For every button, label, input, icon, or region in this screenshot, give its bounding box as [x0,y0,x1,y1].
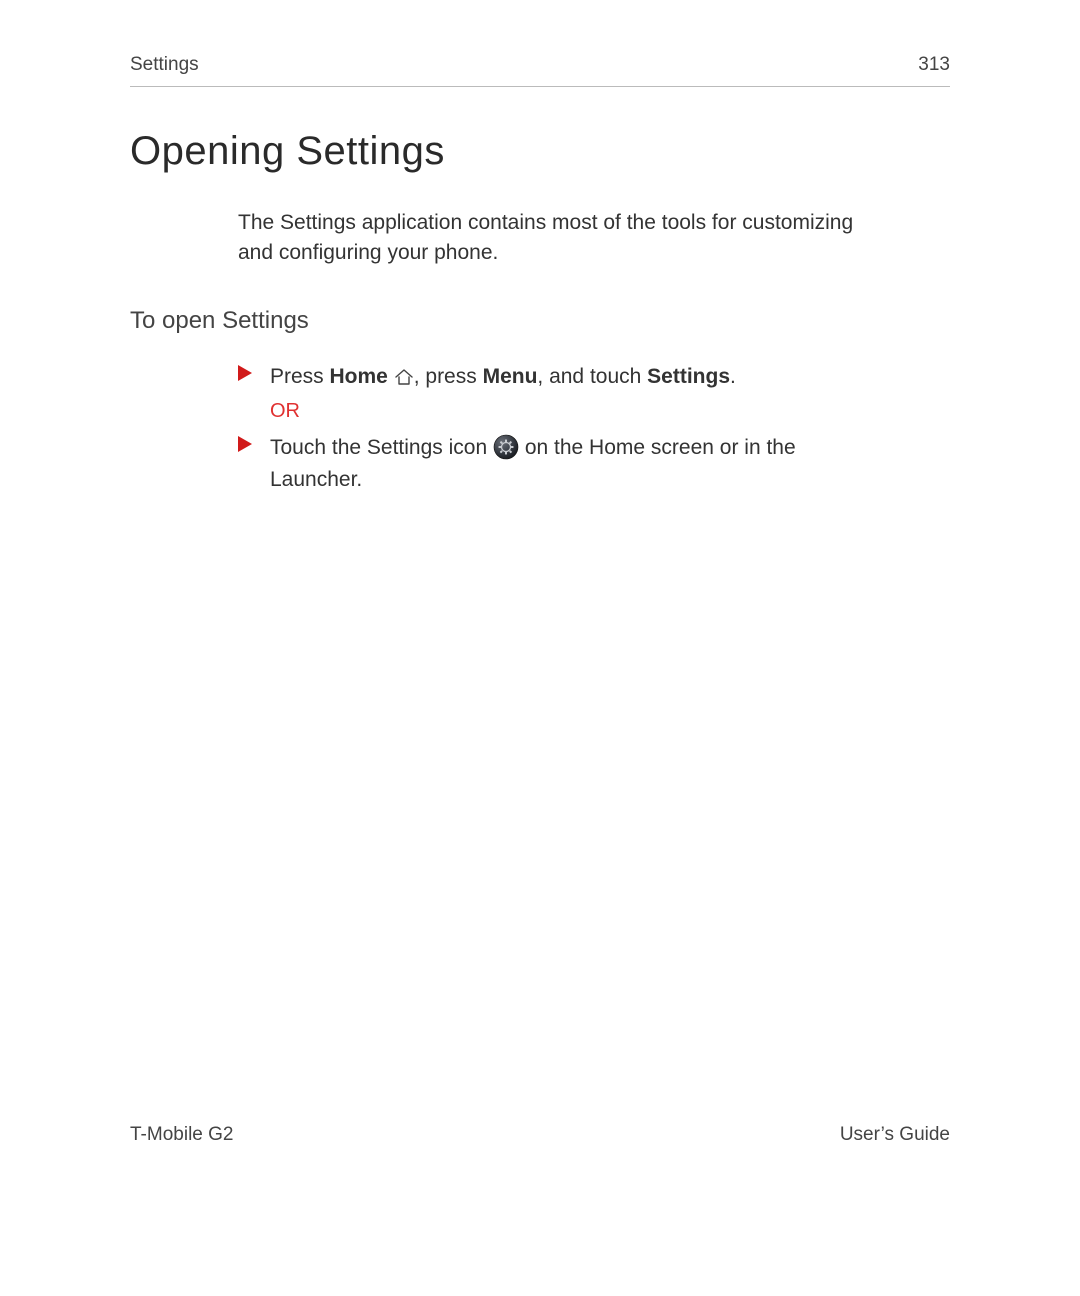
settings-app-icon [493,434,519,460]
step1-settings-label: Settings [647,365,730,388]
triangle-bullet-icon [238,365,252,381]
step1-text-end: . [730,365,736,388]
intro-paragraph: The Settings application contains most o… [238,208,878,269]
step1-text-mid: , press [414,365,483,388]
triangle-bullet-icon [238,436,252,452]
running-header: Settings 313 [130,54,950,87]
footer-left: T-Mobile G2 [130,1124,233,1146]
home-icon [394,368,414,386]
step-item-1: Press Home , press Menu, and touch Setti… [238,361,878,427]
step1-text-pre: Press [270,365,330,388]
step1-menu-label: Menu [483,365,538,388]
step1-home-label: Home [330,365,388,388]
footer-right: User’s Guide [840,1124,950,1146]
section-title: To open Settings [130,307,950,335]
running-footer: T-Mobile G2 User’s Guide [130,1124,950,1146]
step1-text-mid2: , and touch [537,365,647,388]
header-section: Settings [130,54,199,76]
or-separator: OR [270,396,878,426]
page-title: Opening Settings [130,129,950,174]
header-page-number: 313 [918,54,950,76]
steps-list: Press Home , press Menu, and touch Setti… [238,361,878,496]
step-item-2: Touch the Settings icon [238,432,878,495]
step2-text-pre: Touch the Settings icon [270,436,493,459]
